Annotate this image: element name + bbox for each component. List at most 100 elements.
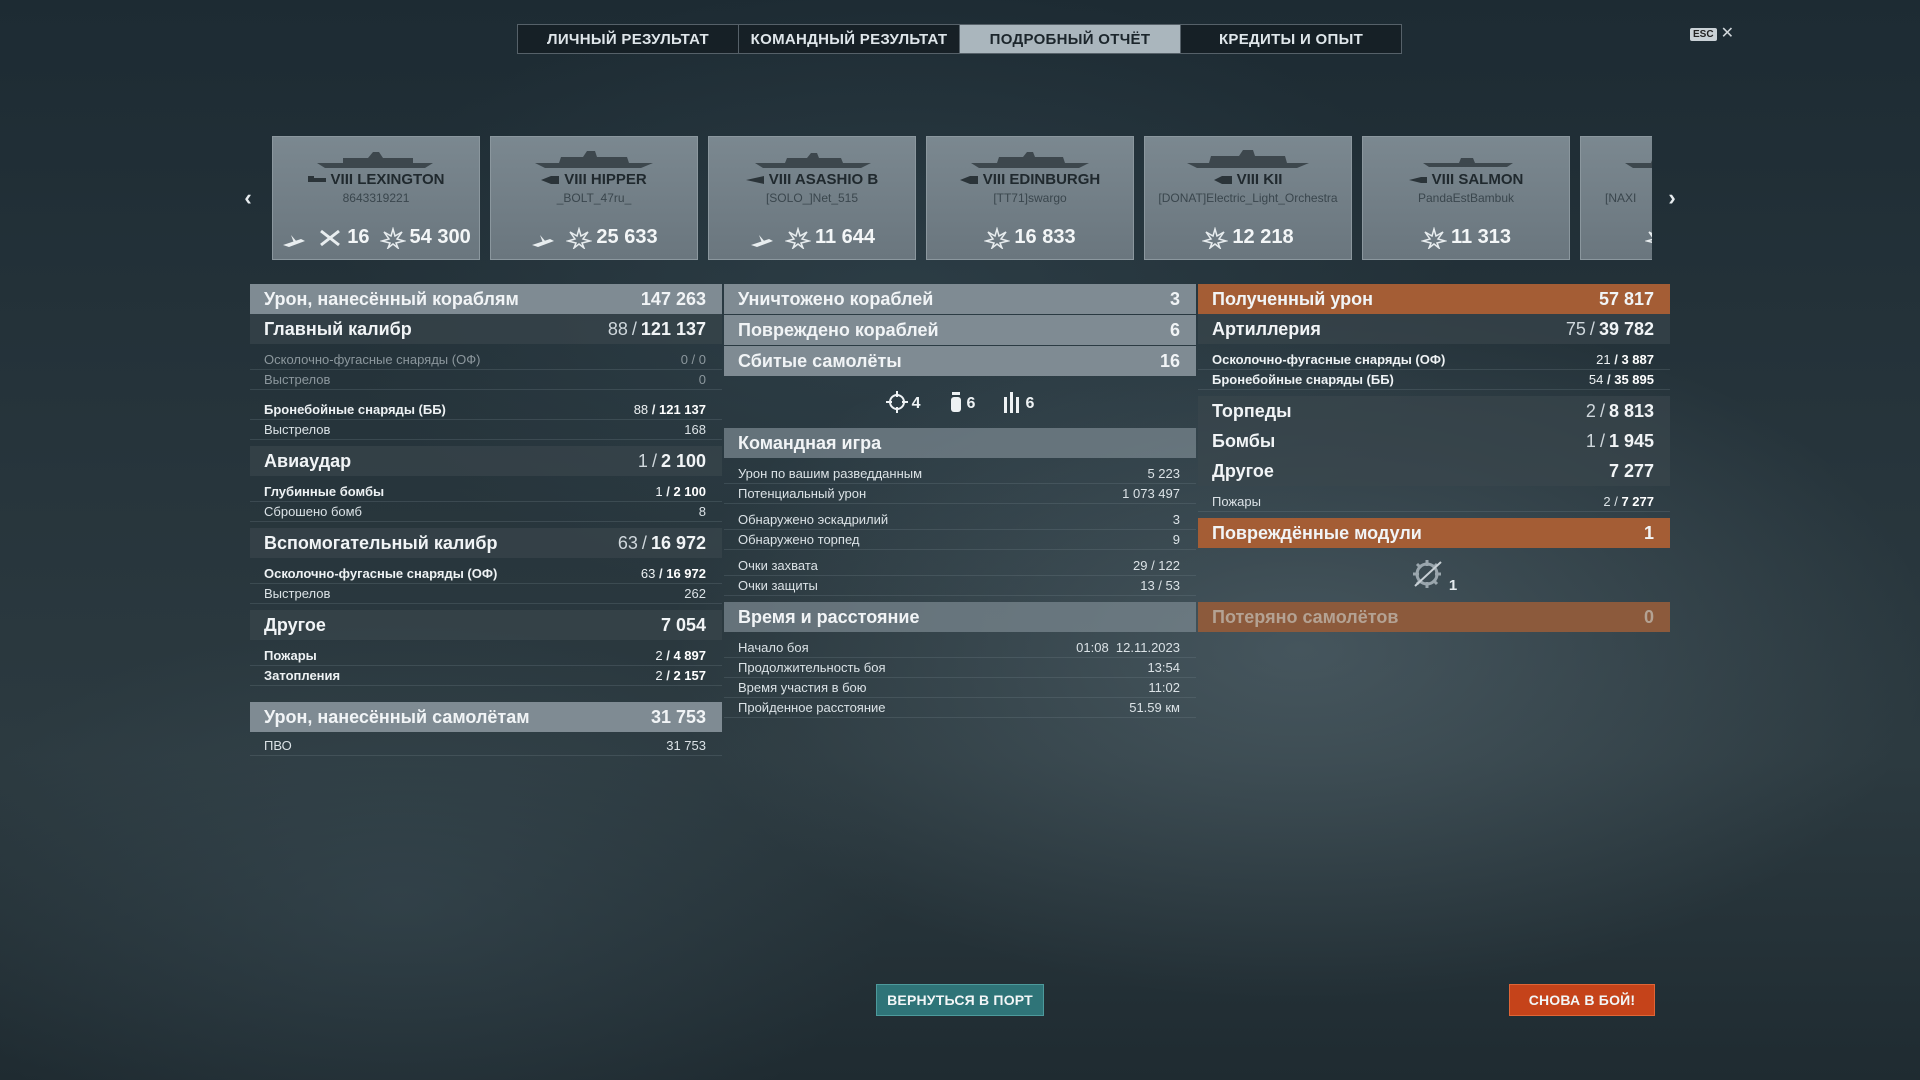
close-icon: ✕ [1720, 25, 1734, 42]
dealt-damage-panel: Урон, нанесённый кораблям 147 263 Главны… [250, 284, 722, 756]
ship-name: VIII SALMON [1431, 171, 1524, 188]
damaged-ships-carousel: VIII LEXINGTON 8643319221 16 54 300 VIII… [272, 136, 1652, 260]
received-ap-row: Бронебойные снаряды (ББ) 54 / 35 895 [1198, 370, 1670, 390]
close-button[interactable]: ESC ✕ [1690, 25, 1734, 42]
ship-card[interactable]: VIII EDINBURGH [TT71]swargo 16 833 [926, 136, 1134, 260]
torpedo-icon [1004, 392, 1020, 413]
planes-shot-down-count: 16 [347, 226, 370, 248]
damage-burst-icon [1420, 226, 1447, 249]
damage-burst-icon [1202, 226, 1229, 249]
player-name: [NAXI [1605, 191, 1637, 205]
carrier-plane-icon [750, 234, 773, 247]
planes-lost-header: Потеряно самолётов 0 [1198, 602, 1670, 632]
tab-team-result[interactable]: КОМАНДНЫЙ РЕЗУЛЬТАТ [739, 25, 960, 53]
damage-value: 25 633 [596, 226, 658, 248]
he-secondary-shots-row: Выстрелов 262 [250, 584, 722, 604]
ship-silhouette-icon [755, 153, 871, 168]
bombs-dropped-row: Сброшено бомб 8 [250, 502, 722, 522]
player-name: PandaEstBambuk [1417, 191, 1515, 205]
ship-silhouette-icon [535, 151, 653, 168]
player-name: [TT71]swargo [993, 191, 1067, 205]
torpedoes-spotted-row: Обнаружено торпед 9 [724, 530, 1196, 550]
received-torpedoes-header: Торпеды 2/8 813 [1198, 396, 1670, 426]
he-main-shots-row: Выстрелов 0 [250, 370, 722, 390]
crosshair-icon [885, 391, 908, 413]
tab-personal-result[interactable]: ЛИЧНЫЙ РЕЗУЛЬТАТ [518, 25, 739, 53]
ship-card[interactable]: VIII ASASHIO B [SOLO_]Net_515 11 644 [708, 136, 916, 260]
floods-row: Затопления 2 / 2 157 [250, 666, 722, 686]
squadrons-spotted-row: Обнаружено эскадрилий 3 [724, 510, 1196, 530]
participation-time-row: Время участия в бою 11:02 [724, 678, 1196, 698]
received-other-header: Другое 7 277 [1198, 456, 1670, 486]
carousel-prev-arrow-icon[interactable]: ‹ [238, 185, 258, 210]
ship-silhouette-icon [1423, 158, 1513, 167]
ship-card[interactable]: VIII KII [DONAT]Electric_Light_Orchestra… [1144, 136, 1352, 260]
battle-duration-row: Продолжительность боя 13:54 [724, 658, 1196, 678]
player-name: 8643319221 [342, 191, 410, 205]
ships-damaged-header: Повреждено кораблей 6 [724, 315, 1196, 345]
main-battery-header: Главный калибр 88/121 137 [250, 314, 722, 344]
battle-start-row: Начало боя 01:08 12.11.2023 [724, 638, 1196, 658]
module-damage-icon [1412, 560, 1442, 588]
ap-main-shots-row: Выстрелов 168 [250, 420, 722, 440]
damage-value: 54 300 [409, 226, 471, 248]
he-main-row: Осколочно-фугасные снаряды (ОФ) 0 / 0 [250, 350, 722, 370]
return-to-port-button[interactable]: ВЕРНУТЬСЯ В ПОРТ [876, 984, 1044, 1016]
carrier-plane-icon [283, 234, 306, 247]
plane-shot-down-icon [320, 229, 341, 246]
player-name: [SOLO_]Net_515 [765, 191, 859, 205]
airstrike-header: Авиаудар 1/2 100 [250, 446, 722, 476]
received-bombs-header: Бомбы 1/1 945 [1198, 426, 1670, 456]
destroyer-icon [745, 176, 764, 185]
ship-silhouette-icon [1187, 150, 1309, 168]
damage-burst-icon [379, 226, 406, 249]
other-damage-header: Другое 7 054 [250, 610, 722, 640]
aa-row: ПВО 31 753 [250, 736, 722, 756]
spotting-damage-row: Урон по вашим разведданным 5 223 [724, 464, 1196, 484]
ships-destroyed-header: Уничтожено кораблей 3 [724, 284, 1196, 314]
plane-damage-header: Урон, нанесённый самолётам 31 753 [250, 702, 722, 732]
ship-silhouette-icon [971, 152, 1089, 168]
ship-card[interactable]: [NAXI [1580, 136, 1652, 260]
damaged-modules-header: Повреждённые модули 1 [1198, 518, 1670, 548]
damage-value: 11 313 [1450, 226, 1512, 248]
carousel-next-arrow-icon[interactable]: › [1662, 185, 1682, 210]
battle-again-button[interactable]: СНОВА В БОЙ! [1509, 984, 1655, 1016]
team-play-header: Командная игра [724, 428, 1196, 458]
planes-shot-header: Сбитые самолёты 16 [724, 346, 1196, 376]
module-damage-indicator: 1 [1198, 548, 1670, 602]
time-distance-header: Время и расстояние [724, 602, 1196, 632]
bomb-icon [950, 392, 961, 412]
potential-damage-row: Потенциальный урон 1 073 497 [724, 484, 1196, 504]
result-tabs: ЛИЧНЫЙ РЕЗУЛЬТАТ КОМАНДНЫЙ РЕЗУЛЬТАТ ПОД… [517, 24, 1402, 54]
received-damage-panel: Полученный урон 57 817 Артиллерия 75/39 … [1198, 284, 1670, 632]
capture-points-row: Очки захвата 29 / 122 [724, 556, 1196, 576]
fires-row: Пожары 2 / 4 897 [250, 646, 722, 666]
ship-name: VIII HIPPER [564, 171, 647, 188]
damage-burst-icon [984, 226, 1011, 249]
team-stats-panel: Уничтожено кораблей 3 Повреждено корабле… [724, 284, 1196, 718]
distance-traveled-row: Пройденное расстояние 51.59 км [724, 698, 1196, 718]
damage-burst-icon [784, 226, 811, 249]
defense-points-row: Очки защиты 13 / 53 [724, 576, 1196, 596]
esc-key-label: ESC [1690, 27, 1717, 41]
ap-main-row: Бронебойные снаряды (ББ) 88 / 121 137 [250, 400, 722, 420]
damage-value: 16 833 [1014, 226, 1076, 248]
damage-burst-icon [1645, 231, 1652, 249]
he-secondary-row: Осколочно-фугасные снаряды (ОФ) 63 / 16 … [250, 564, 722, 584]
ship-card[interactable]: VIII HIPPER _BOLT_47ru_ 25 633 [490, 136, 698, 260]
aircraft-carrier-icon [307, 176, 326, 183]
ship-card[interactable]: VIII SALMON PandaEstBambuk 11 313 [1362, 136, 1570, 260]
tab-credits-and-xp[interactable]: КРЕДИТЫ И ОПЫТ [1181, 25, 1401, 53]
artillery-header: Артиллерия 75/39 782 [1198, 314, 1670, 344]
tab-detailed-report[interactable]: ПОДРОБНЫЙ ОТЧЁТ [960, 25, 1181, 53]
player-name: _BOLT_47ru_ [556, 191, 632, 205]
cruiser-icon [541, 176, 560, 185]
received-he-row: Осколочно-фугасные снаряды (ОФ) 21 / 3 8… [1198, 350, 1670, 370]
ship-card[interactable]: VIII LEXINGTON 8643319221 16 54 300 [272, 136, 480, 260]
secondary-battery-header: Вспомогательный калибр 63/16 972 [250, 528, 722, 558]
ship-name: VIII ASASHIO B [768, 171, 879, 188]
ship-name: VIII EDINBURGH [982, 171, 1101, 188]
player-name: [DONAT]Electric_Light_Orchestra [1158, 191, 1338, 205]
received-fires-row: Пожары 2 / 7 277 [1198, 492, 1670, 512]
